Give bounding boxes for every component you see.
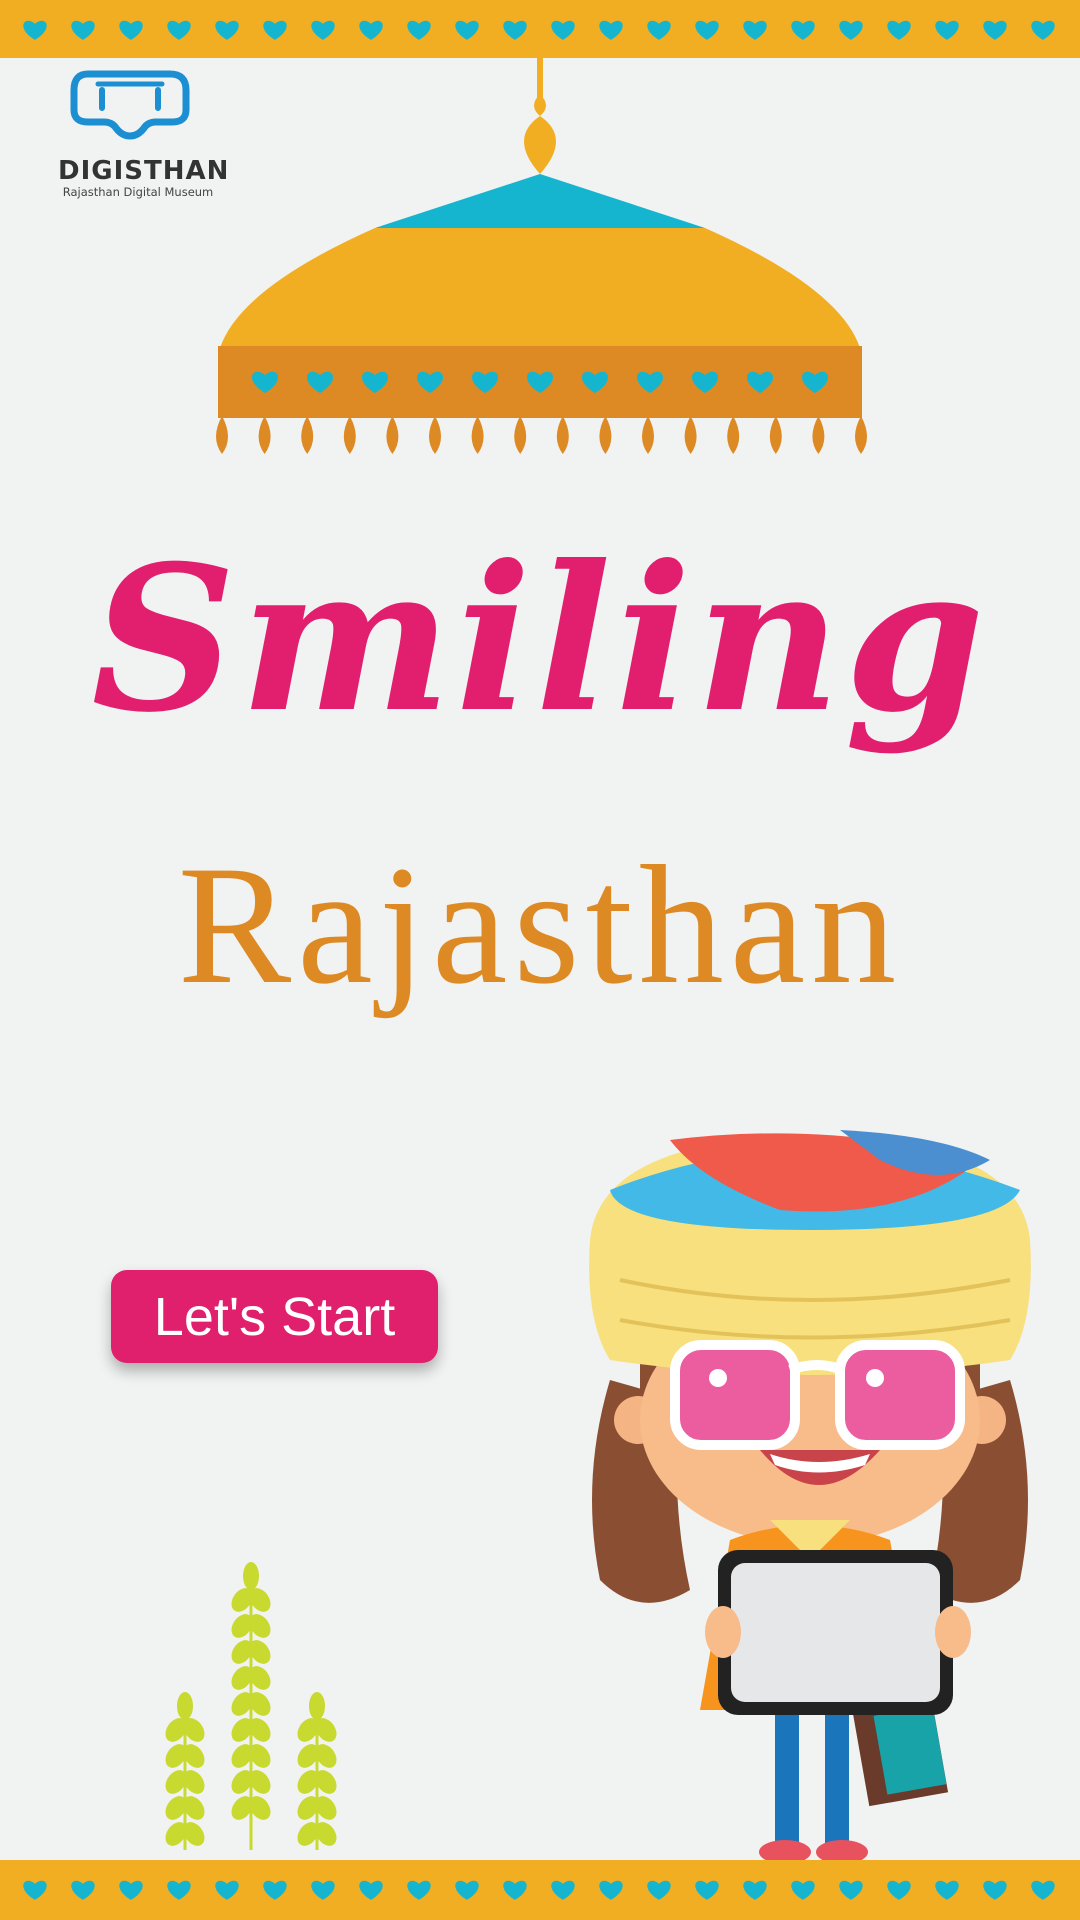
canopy-chhatri-icon <box>216 58 867 454</box>
vr-headset-icon <box>70 70 190 140</box>
heart-icon <box>839 1880 863 1900</box>
logo-subtitle: Rajasthan Digital Museum <box>62 185 214 199</box>
fringe-drop <box>471 416 484 454</box>
fringe-drop <box>855 416 867 454</box>
top-heart-border <box>0 0 1080 58</box>
heart-icon <box>215 1880 239 1900</box>
heart-icon <box>551 20 575 40</box>
heart-icon <box>311 1880 335 1900</box>
heart-icon <box>455 20 479 40</box>
heart-icon <box>839 20 863 40</box>
heart-icon <box>695 20 719 40</box>
heart-icon <box>551 1880 575 1900</box>
fringe-drop <box>343 416 356 454</box>
heart-icon <box>119 1880 143 1900</box>
fringe-drop <box>642 416 654 454</box>
logo-wordmark: DIGISTHAN <box>58 156 230 186</box>
digisthan-logo: DIGISTHAN Rajasthan Digital Museum <box>58 68 230 208</box>
heart-icon <box>887 20 911 40</box>
heart-icon <box>791 20 815 40</box>
heart-icon <box>455 1880 479 1900</box>
plant-tip <box>309 1692 325 1720</box>
canopy-fringe <box>216 416 867 454</box>
fringe-drop <box>599 416 612 454</box>
heart-icon <box>263 1880 287 1900</box>
fringe-drop <box>301 416 314 454</box>
fringe-drop <box>812 416 825 454</box>
bottom-heart-border <box>0 1860 1080 1920</box>
heart-icon <box>935 20 959 40</box>
fringe-drop <box>684 416 697 454</box>
heart-icon <box>935 1880 959 1900</box>
fringe-drop <box>769 416 782 454</box>
heart-icon <box>263 20 287 40</box>
heart-icon <box>503 1880 527 1900</box>
heart-icon <box>71 1880 95 1900</box>
heart-icon <box>599 20 623 40</box>
heart-icon <box>167 1880 191 1900</box>
heart-icon <box>791 1880 815 1900</box>
heart-icon <box>983 1880 1007 1900</box>
heart-icon <box>647 1880 671 1900</box>
heart-row-top <box>23 20 1055 40</box>
heart-icon <box>647 20 671 40</box>
heart-icon <box>1031 20 1055 40</box>
fringe-drop <box>556 416 569 454</box>
heart-icon <box>407 20 431 40</box>
heart-icon <box>71 20 95 40</box>
heart-row-bottom <box>23 1880 1055 1900</box>
heart-icon <box>311 20 335 40</box>
heart-icon <box>359 1880 383 1900</box>
heart-icon <box>119 20 143 40</box>
heart-icon <box>743 20 767 40</box>
plant-tip <box>177 1692 193 1720</box>
wheat-plant-icon <box>165 1562 337 1850</box>
fringe-drop <box>727 416 740 454</box>
fringe-drop <box>258 416 271 454</box>
fringe-drop <box>514 416 527 454</box>
plant-tip <box>243 1562 259 1590</box>
fringe-drop <box>216 416 228 454</box>
heart-icon <box>743 1880 767 1900</box>
title-smiling: Smiling <box>91 522 989 757</box>
fringe-drop <box>386 416 399 454</box>
fringe-drop <box>429 416 441 454</box>
heart-icon <box>23 20 47 40</box>
heart-icon <box>167 20 191 40</box>
heart-icon <box>599 1880 623 1900</box>
heart-icon <box>695 1880 719 1900</box>
heart-icon <box>215 20 239 40</box>
heart-icon <box>887 1880 911 1900</box>
title-rajasthan: Rajasthan <box>177 831 903 1019</box>
heart-icon <box>23 1880 47 1900</box>
lets-start-button[interactable]: Let's Start <box>111 1270 438 1363</box>
heart-icon <box>983 20 1007 40</box>
heart-icon <box>1031 1880 1055 1900</box>
heart-icon <box>359 20 383 40</box>
heart-icon <box>503 20 527 40</box>
rajasthani-girl-illustration <box>589 1130 1031 1864</box>
heart-icon <box>407 1880 431 1900</box>
